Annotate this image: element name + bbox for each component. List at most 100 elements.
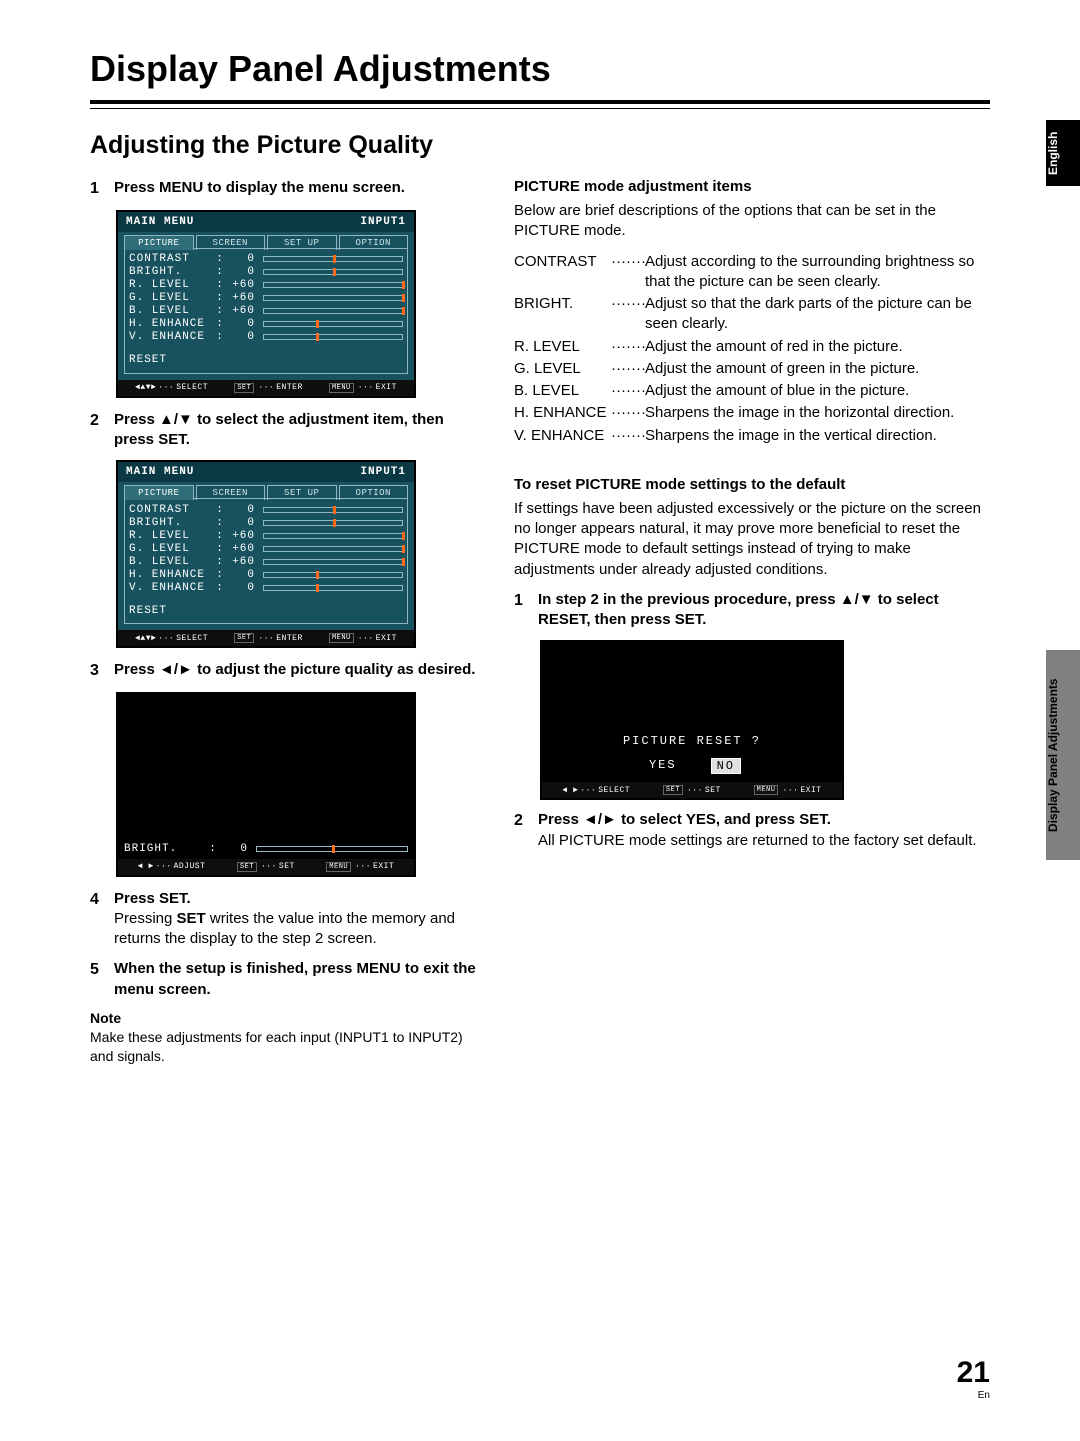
def-dots: ············· bbox=[611, 359, 645, 379]
definition-row: BRIGHT.·············Adjust so that the d… bbox=[514, 294, 990, 335]
osd-body: CONTRAST:0BRIGHT.:0R. LEVEL:+60G. LEVEL:… bbox=[124, 498, 408, 624]
osd-reset-item: RESET bbox=[129, 354, 403, 367]
osd-item-value: +60 bbox=[225, 279, 259, 291]
side-tab-section: Display Panel Adjustments bbox=[1046, 650, 1080, 860]
def-dots: ············· bbox=[611, 294, 645, 335]
osd-item-row: B. LEVEL:+60 bbox=[129, 305, 403, 318]
osd-item-label: G. LEVEL bbox=[129, 292, 215, 304]
osd-item-value: 0 bbox=[225, 504, 259, 516]
def-desc: Adjust according to the surrounding brig… bbox=[645, 252, 990, 293]
osd-item-value: +60 bbox=[225, 530, 259, 542]
osd-foot-label: ENTER bbox=[276, 383, 303, 392]
section-heading: Adjusting the Picture Quality bbox=[90, 131, 990, 160]
osd-foot-label: ADJUST bbox=[174, 862, 206, 871]
osd-item-value: 0 bbox=[218, 843, 252, 855]
def-dots: ············· bbox=[611, 381, 645, 401]
def-term: BRIGHT. bbox=[514, 294, 611, 335]
definition-row: H. ENHANCE·············Sharpens the imag… bbox=[514, 403, 990, 423]
def-dots: ············· bbox=[611, 403, 645, 423]
step-3: 3 Press ◄/► to adjust the picture qualit… bbox=[90, 660, 484, 682]
osd-item-label: V. ENHANCE bbox=[129, 331, 215, 343]
osd-foot-label: SET bbox=[705, 786, 721, 795]
step-text: When the setup is finished, press MENU t… bbox=[114, 959, 484, 1000]
osd-item-value: 0 bbox=[225, 517, 259, 529]
osd-foot-btn: SET bbox=[663, 785, 683, 795]
osd-item-row: G. LEVEL:+60 bbox=[129, 542, 403, 555]
osd-main-menu-1: MAIN MENU INPUT1 PICTURE SCREEN SET UP O… bbox=[116, 210, 416, 398]
osd-item-row: V. ENHANCE:0 bbox=[129, 331, 403, 344]
step-body-text: All PICTURE mode settings are returned t… bbox=[538, 831, 990, 851]
def-term: H. ENHANCE bbox=[514, 403, 611, 423]
osd-foot-btn: SET bbox=[234, 383, 254, 393]
osd-item-value: +60 bbox=[225, 543, 259, 555]
osd-tab: SCREEN bbox=[196, 485, 266, 500]
osd-item-value: 0 bbox=[225, 582, 259, 594]
def-desc: Adjust the amount of red in the picture. bbox=[645, 337, 990, 357]
rule-thin bbox=[90, 108, 990, 109]
page-title: Display Panel Adjustments bbox=[90, 48, 990, 90]
def-desc: Sharpens the image in the horizontal dir… bbox=[645, 403, 990, 423]
osd-item-value: +60 bbox=[225, 305, 259, 317]
side-tab-english: English bbox=[1046, 120, 1080, 186]
subhead-picture-items: PICTURE mode adjustment items bbox=[514, 178, 990, 195]
step-head: Press SET. bbox=[114, 889, 484, 909]
osd-item-value: 0 bbox=[225, 331, 259, 343]
osd-tab: SET UP bbox=[267, 485, 337, 500]
osd-foot-btn: MENU bbox=[329, 633, 354, 643]
def-dots: ············· bbox=[611, 252, 645, 293]
osd-input-label: INPUT1 bbox=[360, 216, 406, 228]
step-text: Press MENU to display the menu screen. bbox=[114, 178, 484, 198]
osd-foot-btn: SET bbox=[237, 862, 257, 872]
osd-foot-label: EXIT bbox=[376, 383, 397, 392]
osd-input-label: INPUT1 bbox=[360, 466, 406, 478]
definition-row: G. LEVEL·············Adjust the amount o… bbox=[514, 359, 990, 379]
osd-item-value: +60 bbox=[225, 556, 259, 568]
def-term: CONTRAST bbox=[514, 252, 611, 293]
osd-item-label: R. LEVEL bbox=[129, 279, 215, 291]
osd-foot-btn: SET bbox=[234, 633, 254, 643]
step-2: 2 Press ▲/▼ to select the adjustment ite… bbox=[90, 410, 484, 451]
osd-item-label: B. LEVEL bbox=[129, 305, 215, 317]
def-term: V. ENHANCE bbox=[514, 426, 611, 446]
step-5: 5 When the setup is finished, press MENU… bbox=[90, 959, 484, 1000]
reset-intro: If settings have been adjusted excessive… bbox=[514, 499, 990, 580]
step-text: Press ◄/► to adjust the picture quality … bbox=[114, 660, 484, 680]
def-desc: Adjust so that the dark parts of the pic… bbox=[645, 294, 990, 335]
osd-main-menu-2: MAIN MENU INPUT1 PICTURE SCREEN SET UP O… bbox=[116, 460, 416, 648]
osd-tab: OPTION bbox=[339, 485, 409, 500]
osd-adjust: BRIGHT. : 0 ◄ ►···ADJUST SET···SET MENU·… bbox=[116, 692, 416, 877]
step-text: Press ▲/▼ to select the adjustment item,… bbox=[114, 410, 484, 451]
osd-reset-item: RESET bbox=[129, 604, 403, 617]
osd-item-row: CONTRAST:0 bbox=[129, 503, 403, 516]
note-label: Note bbox=[90, 1010, 484, 1026]
reset-no: NO bbox=[711, 758, 741, 774]
osd-foot-label: SELECT bbox=[176, 634, 208, 643]
osd-item-row: CONTRAST:0 bbox=[129, 253, 403, 266]
osd-foot-label: SELECT bbox=[176, 383, 208, 392]
osd-item-row: H. ENHANCE:0 bbox=[129, 318, 403, 331]
definition-row: CONTRAST·············Adjust according to… bbox=[514, 252, 990, 293]
osd-item-row: R. LEVEL:+60 bbox=[129, 529, 403, 542]
osd-item-row: BRIGHT.:0 bbox=[129, 516, 403, 529]
osd-foot-label: EXIT bbox=[376, 634, 397, 643]
osd-item-row: R. LEVEL:+60 bbox=[129, 279, 403, 292]
subhead-reset: To reset PICTURE mode settings to the de… bbox=[514, 476, 990, 493]
osd-item-row: V. ENHANCE:0 bbox=[129, 581, 403, 594]
def-term: G. LEVEL bbox=[514, 359, 611, 379]
osd-reset-dialog: PICTURE RESET ? YES NO ◄ ►···SELECT SET·… bbox=[540, 640, 844, 800]
osd-item-value: +60 bbox=[225, 292, 259, 304]
osd-foot-label: EXIT bbox=[373, 862, 394, 871]
def-desc: Adjust the amount of green in the pictur… bbox=[645, 359, 990, 379]
step-text: In step 2 in the previous procedure, pre… bbox=[538, 590, 990, 631]
def-dots: ············· bbox=[611, 337, 645, 357]
osd-title: MAIN MENU bbox=[126, 216, 194, 228]
osd-item-label: V. ENHANCE bbox=[129, 582, 215, 594]
osd-item-label: G. LEVEL bbox=[129, 543, 215, 555]
osd-tab: SCREEN bbox=[196, 235, 266, 250]
step-head: Press ◄/► to select YES, and press SET. bbox=[538, 810, 990, 830]
osd-item-label: CONTRAST bbox=[129, 504, 215, 516]
osd-item-row: H. ENHANCE:0 bbox=[129, 568, 403, 581]
osd-item-value: 0 bbox=[225, 253, 259, 265]
osd-item-row: BRIGHT.:0 bbox=[129, 266, 403, 279]
osd-item-row: G. LEVEL:+60 bbox=[129, 292, 403, 305]
